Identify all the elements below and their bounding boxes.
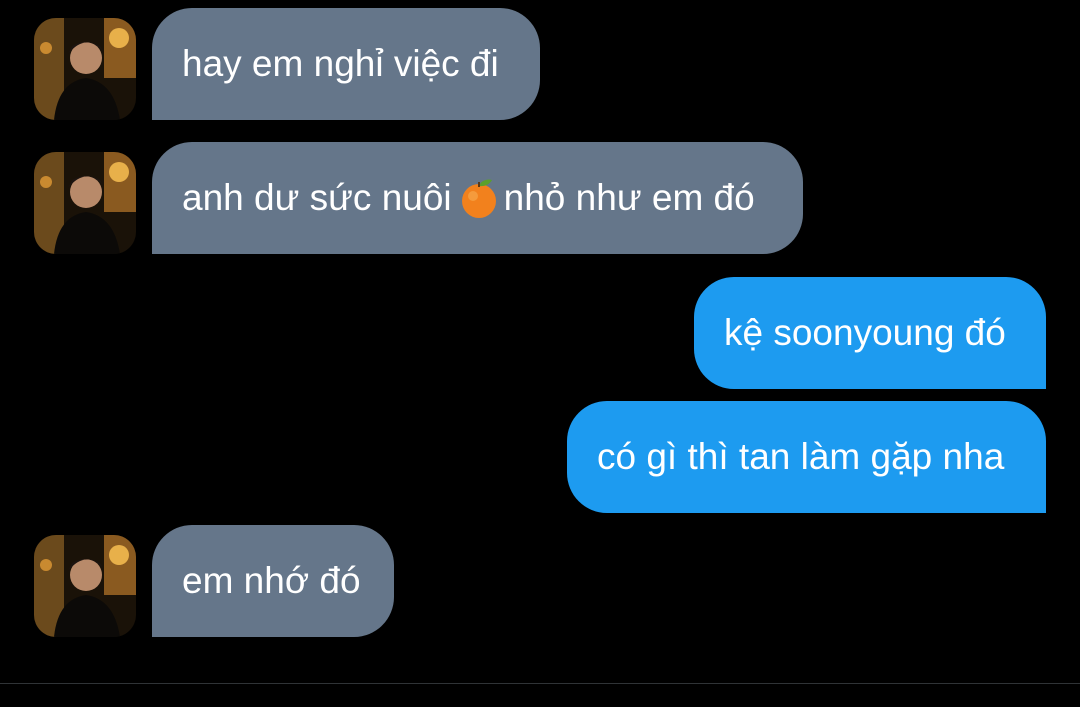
message-thread: hay em nghỉ việc đi anh dư sức nuôi nhỏ … — [0, 0, 1080, 683]
message-text: anh dư sức nuôi — [182, 177, 452, 218]
avatar[interactable] — [34, 152, 136, 254]
message-text: có gì thì tan làm gặp nha — [597, 436, 1005, 477]
message-text: hay em nghỉ việc đi — [182, 43, 499, 84]
composer-divider — [0, 683, 1080, 684]
incoming-message-bubble[interactable]: em nhớ đó — [152, 525, 394, 637]
avatar[interactable] — [34, 535, 136, 637]
message-text: nhỏ như em đó — [503, 177, 755, 218]
avatar[interactable] — [34, 18, 136, 120]
incoming-message-bubble[interactable]: hay em nghỉ việc đi — [152, 8, 540, 120]
outgoing-message-bubble[interactable]: có gì thì tan làm gặp nha — [567, 401, 1046, 513]
orange-emoji-icon — [458, 176, 500, 220]
incoming-message-bubble[interactable]: anh dư sức nuôi nhỏ như em đó — [152, 142, 803, 254]
message-text: em nhớ đó — [182, 560, 361, 601]
message-text: kệ soonyoung đó — [724, 312, 1006, 353]
outgoing-message-bubble[interactable]: kệ soonyoung đó — [694, 277, 1046, 389]
